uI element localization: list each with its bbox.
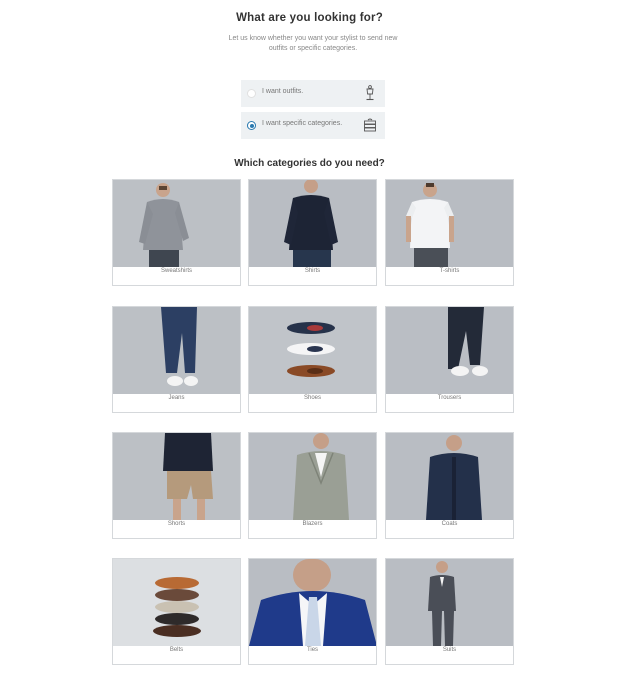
option-categories[interactable]: I want specific categories. xyxy=(241,112,385,139)
category-card-belts[interactable]: Belts xyxy=(112,558,241,665)
belts-photo xyxy=(113,559,240,646)
category-label: Shirts xyxy=(304,268,321,274)
category-label: Shoes xyxy=(303,395,321,401)
category-label: Blazers xyxy=(302,521,323,527)
shorts-photo xyxy=(113,433,240,520)
sweatshirts-photo xyxy=(113,180,240,267)
category-label: Suits xyxy=(442,647,457,653)
mannequin-icon xyxy=(366,85,374,101)
radio-categories[interactable] xyxy=(247,121,256,130)
option-categories-label: I want specific categories. xyxy=(262,120,343,127)
tshirts-photo xyxy=(386,180,513,267)
shoes-photo xyxy=(249,307,376,394)
category-card-ties[interactable]: Ties xyxy=(248,558,377,665)
categories-title: Which categories do you need? xyxy=(234,158,385,169)
category-label: Ties xyxy=(306,647,319,653)
category-label: Shorts xyxy=(167,521,186,527)
trousers-photo xyxy=(386,307,513,394)
jeans-photo xyxy=(113,307,240,394)
category-card-trousers[interactable]: Trousers xyxy=(385,306,514,413)
category-card-suits[interactable]: Suits xyxy=(385,558,514,665)
clothes-stack-icon xyxy=(364,118,376,132)
blazers-photo xyxy=(249,433,376,520)
page-subtitle: Let us know whether you want your stylis… xyxy=(228,35,398,52)
category-card-shorts[interactable]: Shorts xyxy=(112,432,241,539)
category-label: Sweatshirts xyxy=(160,268,192,274)
category-card-tshirts[interactable]: T-shirts xyxy=(385,179,514,286)
page-title: What are you looking for? xyxy=(236,12,383,24)
category-label: Belts xyxy=(169,647,184,653)
category-card-blazers[interactable]: Blazers xyxy=(248,432,377,539)
category-card-jeans[interactable]: Jeans xyxy=(112,306,241,413)
option-outfits-label: I want outfits. xyxy=(262,88,304,95)
category-card-shirts[interactable]: Shirts xyxy=(248,179,377,286)
radio-outfits[interactable] xyxy=(247,89,256,98)
option-outfits[interactable]: I want outfits. xyxy=(241,80,385,107)
category-label: Coats xyxy=(441,521,458,527)
ties-photo xyxy=(249,559,376,646)
category-card-coats[interactable]: Coats xyxy=(385,432,514,539)
category-label: Jeans xyxy=(168,395,185,401)
shirts-photo xyxy=(249,180,376,267)
category-card-shoes[interactable]: Shoes xyxy=(248,306,377,413)
category-card-sweatshirts[interactable]: Sweatshirts xyxy=(112,179,241,286)
suits-photo xyxy=(386,559,513,646)
category-label: T-shirts xyxy=(439,268,460,274)
category-label: Trousers xyxy=(437,395,462,401)
coats-photo xyxy=(386,433,513,520)
